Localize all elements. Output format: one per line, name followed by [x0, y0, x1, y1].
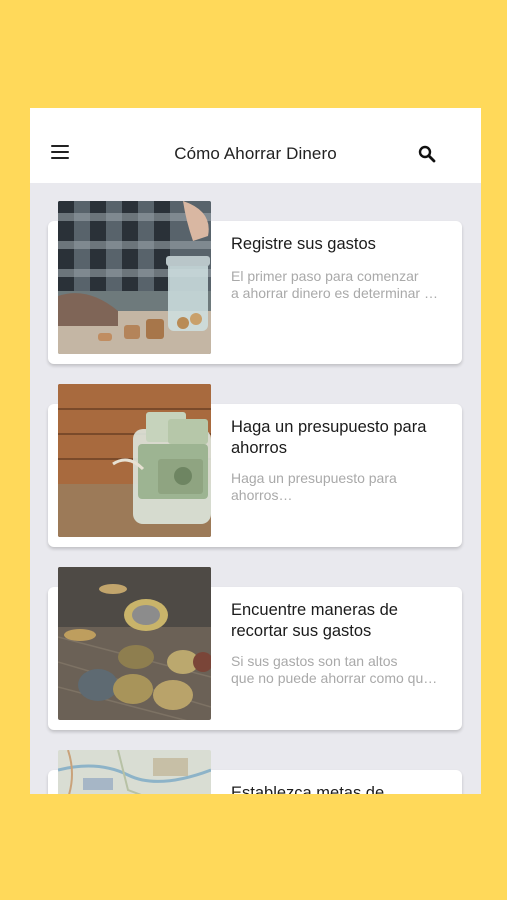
- page-title: Cómo Ahorrar Dinero: [174, 144, 337, 163]
- article-title-line: recortar sus gastos: [231, 622, 372, 640]
- app-screen: Cómo Ahorrar Dinero Registre sus gastos …: [30, 108, 481, 794]
- article-card[interactable]: Encuentre maneras de recortar sus gastos…: [48, 567, 462, 730]
- article-description-line: ahorros…: [231, 487, 293, 503]
- article-description-line: El primer paso para comenzar: [231, 268, 419, 284]
- article-description-line: que no puede ahorrar como qu…: [231, 670, 438, 686]
- article-title: Registre sus gastos: [231, 235, 376, 253]
- article-title-line: Haga un presupuesto para: [231, 418, 427, 436]
- article-card[interactable]: Haga un presupuesto para ahorros Haga un…: [48, 384, 462, 547]
- article-thumbnail-coins-jar: [58, 201, 211, 354]
- article-title: Establezca metas de: [231, 783, 451, 794]
- article-thumbnail-money-jar: [58, 384, 211, 537]
- article-description-line: Si sus gastos son tan altos: [231, 653, 398, 669]
- article-card[interactable]: Establezca metas de: [48, 750, 462, 794]
- search-icon[interactable]: [418, 145, 436, 163]
- article-description: Si sus gastos son tan altos que no puede…: [231, 653, 453, 687]
- article-title-line: ahorros: [231, 439, 287, 457]
- article-thumbnail-coins: [58, 567, 211, 720]
- article-card[interactable]: Registre sus gastos El primer paso para …: [48, 201, 462, 364]
- article-title: Encuentre maneras de recortar sus gastos: [231, 600, 451, 642]
- article-description: El primer paso para comenzar a ahorrar d…: [231, 268, 453, 302]
- article-thumbnail-map: [58, 750, 211, 794]
- article-title-line: Establezca metas de: [231, 784, 385, 794]
- article-title-line: Encuentre maneras de: [231, 601, 398, 619]
- article-description: Haga un presupuesto para ahorros…: [231, 470, 453, 504]
- article-description-line: Haga un presupuesto para: [231, 470, 397, 486]
- article-description-line: a ahorrar dinero es determinar …: [231, 285, 438, 301]
- app-bar: Cómo Ahorrar Dinero: [30, 108, 481, 183]
- article-title: Haga un presupuesto para ahorros: [231, 417, 451, 459]
